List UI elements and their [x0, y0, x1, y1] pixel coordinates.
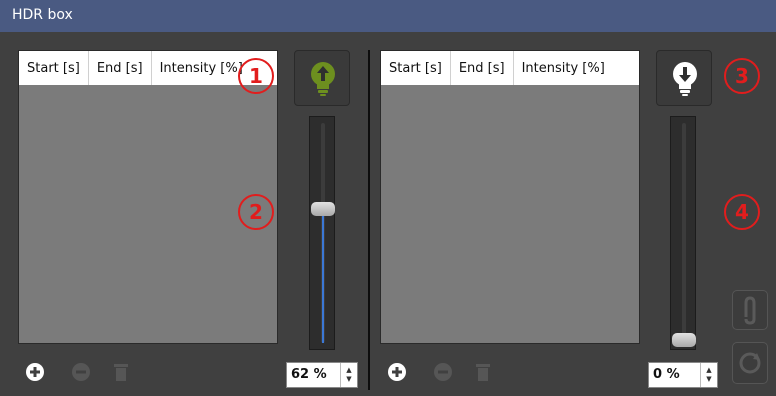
left-remove-button[interactable]: [70, 361, 92, 383]
right-table-header: Start [s] End [s] Intensity [%]: [381, 51, 639, 85]
right-col-start[interactable]: Start [s]: [381, 51, 451, 85]
spin-up-icon[interactable]: ▲: [346, 366, 351, 375]
add-icon: [26, 363, 44, 381]
refresh-icon: [739, 352, 761, 374]
left-col-intensity[interactable]: Intensity [%]: [152, 51, 251, 85]
trash-icon: [114, 364, 128, 381]
left-bulb-button[interactable]: [294, 50, 350, 106]
left-intensity-spinbox[interactable]: 62 % ▲ ▼: [286, 362, 358, 388]
right-spin-value: 0 %: [653, 367, 680, 382]
left-col-end[interactable]: End [s]: [89, 51, 152, 85]
right-intensity-slider[interactable]: [670, 116, 696, 350]
left-slider-handle[interactable]: [311, 202, 335, 216]
right-delete-button[interactable]: [472, 361, 494, 383]
attach-button[interactable]: [732, 290, 768, 330]
right-bulb-button[interactable]: [656, 50, 712, 106]
bulb-up-icon: [311, 62, 335, 96]
left-col-start[interactable]: Start [s]: [19, 51, 89, 85]
right-slider-groove: [682, 123, 686, 343]
spin-up-icon[interactable]: ▲: [706, 366, 711, 375]
left-spin-value: 62 %: [291, 367, 327, 382]
left-delete-button[interactable]: [110, 361, 132, 383]
right-col-end[interactable]: End [s]: [451, 51, 514, 85]
panel-divider: [368, 50, 370, 390]
callout-3: 3: [724, 58, 760, 94]
callout-2: 2: [238, 194, 274, 230]
add-icon: [388, 363, 406, 381]
trash-icon: [476, 364, 490, 381]
title-bar: HDR box: [0, 0, 776, 32]
spin-down-icon[interactable]: ▼: [346, 375, 351, 384]
window-title: HDR box: [12, 7, 73, 23]
left-spin-arrows[interactable]: ▲ ▼: [340, 363, 357, 387]
spin-down-icon[interactable]: ▼: [706, 375, 711, 384]
right-event-table[interactable]: Start [s] End [s] Intensity [%]: [380, 50, 640, 344]
left-intensity-slider[interactable]: [309, 116, 335, 350]
right-add-button[interactable]: [386, 361, 408, 383]
left-add-button[interactable]: [24, 361, 46, 383]
remove-icon: [72, 363, 90, 381]
refresh-button[interactable]: [732, 342, 768, 384]
left-event-table[interactable]: Start [s] End [s] Intensity [%]: [18, 50, 278, 344]
callout-4: 4: [724, 194, 760, 230]
left-slider-fill: [322, 215, 324, 343]
bulb-down-icon: [673, 62, 697, 96]
right-slider-handle[interactable]: [672, 333, 696, 347]
right-remove-button[interactable]: [432, 361, 454, 383]
right-col-intensity[interactable]: Intensity [%]: [514, 51, 613, 85]
callout-1: 1: [238, 58, 274, 94]
paperclip-icon: [744, 296, 756, 325]
right-intensity-spinbox[interactable]: 0 % ▲ ▼: [648, 362, 718, 388]
right-spin-arrows[interactable]: ▲ ▼: [700, 363, 717, 387]
remove-icon: [434, 363, 452, 381]
